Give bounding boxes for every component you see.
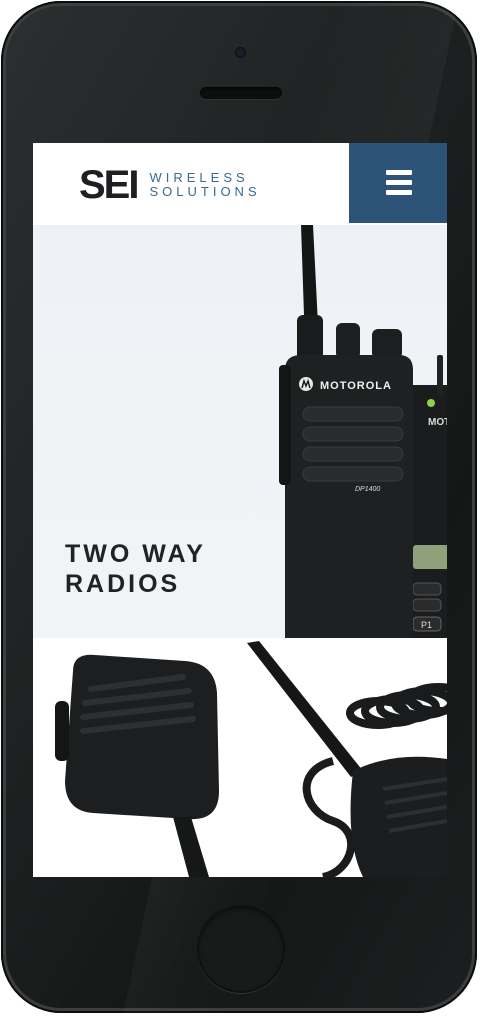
logo-subtitle: WIRELESS SOLUTIONS <box>149 171 260 199</box>
logo-mark: SEI <box>79 163 140 207</box>
phone-frame: SEI WIRELESS SOLUTIONS MOTOROLA <box>1 1 477 1013</box>
rear-radio-key-label: P1 <box>421 620 432 630</box>
hamburger-menu-icon <box>386 170 412 196</box>
radio-brand-label: MOTOROLA <box>320 380 392 392</box>
menu-button[interactable] <box>349 143 447 223</box>
logo-line-2: SOLUTIONS <box>149 184 261 199</box>
earpiece-speaker <box>200 87 282 99</box>
accessories-banner[interactable] <box>33 641 447 877</box>
rear-radio-brand: MOTOROLA <box>428 417 447 428</box>
logo-line-1: WIRELESS <box>149 170 249 185</box>
site-header: SEI WIRELESS SOLUTIONS <box>33 143 447 225</box>
site-logo[interactable]: SEI WIRELESS SOLUTIONS <box>79 163 261 207</box>
speaker-mic-image <box>55 641 447 877</box>
hero-title: TWO WAY RADIOS <box>65 540 206 598</box>
phone-screen: SEI WIRELESS SOLUTIONS MOTOROLA <box>33 143 447 877</box>
two-way-radios-banner[interactable]: MOTOROLA P1 MOTOROLA <box>33 225 447 638</box>
radio-model-label: DP1400 <box>355 486 380 493</box>
front-camera <box>236 48 245 57</box>
home-button[interactable] <box>197 905 285 993</box>
